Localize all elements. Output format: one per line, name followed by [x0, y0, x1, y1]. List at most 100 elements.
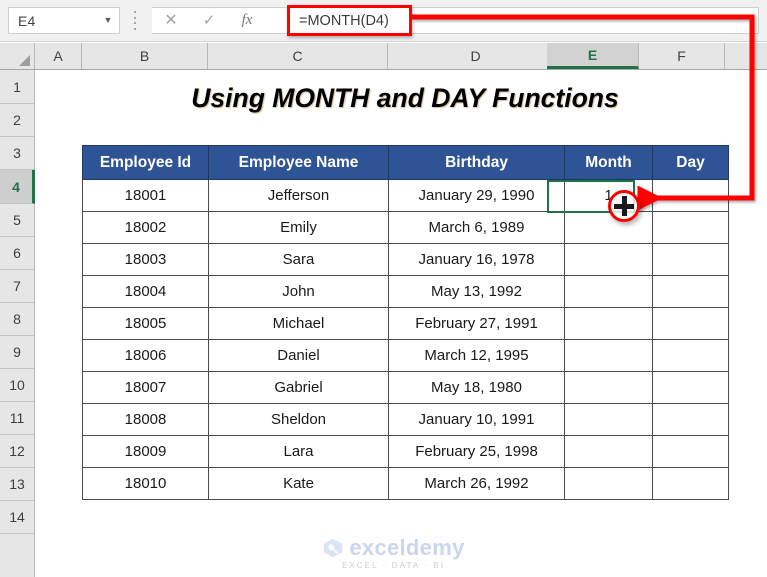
cell-employee-id[interactable]: 18007 [82, 371, 209, 404]
chevron-down-icon[interactable]: ▼ [97, 16, 119, 25]
cell-employee-name[interactable]: Jefferson [208, 179, 389, 212]
check-icon[interactable]: ✓ [190, 13, 228, 28]
cell-month[interactable] [564, 339, 653, 372]
cell-employee-name[interactable]: John [208, 275, 389, 308]
cell-day[interactable] [652, 275, 729, 308]
cell-day[interactable] [652, 179, 729, 212]
column-header-b[interactable]: B [82, 43, 208, 69]
table-row[interactable]: 18010 Kate March 26, 1992 [82, 467, 729, 500]
column-header-d[interactable]: D [388, 43, 564, 69]
cell-birthday[interactable]: January 16, 1978 [388, 243, 565, 276]
row-header-15[interactable] [0, 534, 34, 577]
formula-bar-separator [133, 11, 137, 30]
cell-employee-id[interactable]: 18002 [82, 211, 209, 244]
table-row[interactable]: 18009 Lara February 25, 1998 [82, 435, 729, 468]
row-header-1[interactable]: 1 [0, 70, 34, 104]
cell-birthday[interactable]: March 12, 1995 [388, 339, 565, 372]
row-header-14[interactable]: 14 [0, 501, 34, 534]
cell-birthday[interactable]: January 10, 1991 [388, 403, 565, 436]
cell-employee-id[interactable]: 18009 [82, 435, 209, 468]
row-header-8[interactable]: 8 [0, 303, 34, 336]
cell-day[interactable] [652, 307, 729, 340]
table-row[interactable]: 18004 John May 13, 1992 [82, 275, 729, 308]
worksheet-title: Using MONTH and DAY Functions [191, 82, 619, 113]
cell-month[interactable]: 1 [564, 179, 653, 212]
row-header-5[interactable]: 5 [0, 204, 34, 237]
cell-day[interactable] [652, 211, 729, 244]
row-header-2[interactable]: 2 [0, 104, 34, 137]
cell-employee-name[interactable]: Sara [208, 243, 389, 276]
select-all-corner[interactable] [0, 43, 35, 69]
formula-input-highlight[interactable]: =MONTH(D4) [287, 5, 412, 36]
cell-day[interactable] [652, 243, 729, 276]
row-header-12[interactable]: 12 [0, 435, 34, 468]
cell-birthday[interactable]: May 13, 1992 [388, 275, 565, 308]
column-header-a[interactable]: A [35, 43, 82, 69]
table-row[interactable]: 18002 Emily March 6, 1989 [82, 211, 729, 244]
cell-month[interactable] [564, 435, 653, 468]
cell-employee-id[interactable]: 18004 [82, 275, 209, 308]
name-box[interactable]: E4 ▼ [8, 7, 120, 34]
cell-employee-id[interactable]: 18003 [82, 243, 209, 276]
name-box-value: E4 [18, 12, 36, 29]
column-header-c[interactable]: C [208, 43, 388, 69]
row-header-11[interactable]: 11 [0, 402, 34, 435]
cell-employee-id[interactable]: 18001 [82, 179, 209, 212]
cell-month[interactable] [564, 307, 653, 340]
table-row[interactable]: 18008 Sheldon January 10, 1991 [82, 403, 729, 436]
column-header-g[interactable] [725, 43, 767, 69]
cell-birthday[interactable]: January 29, 1990 [388, 179, 565, 212]
row-header-10[interactable]: 10 [0, 369, 34, 402]
cell-birthday[interactable]: February 27, 1991 [388, 307, 565, 340]
row-header-7[interactable]: 7 [0, 270, 34, 303]
cell-day[interactable] [652, 467, 729, 500]
cell-month[interactable] [564, 403, 653, 436]
cell-birthday[interactable]: February 25, 1998 [388, 435, 565, 468]
table-row[interactable]: 18007 Gabriel May 18, 1980 [82, 371, 729, 404]
cell-day[interactable] [652, 339, 729, 372]
cell-day[interactable] [652, 371, 729, 404]
cell-birthday[interactable]: May 18, 1980 [388, 371, 565, 404]
cell-employee-name[interactable]: Gabriel [208, 371, 389, 404]
column-header-employee-name: Employee Name [208, 145, 389, 180]
formula-input-value: =MONTH(D4) [299, 12, 389, 29]
cell-month[interactable] [564, 243, 653, 276]
insert-function-icon[interactable]: fx [228, 13, 266, 28]
cell-employee-name[interactable]: Kate [208, 467, 389, 500]
cell-employee-id[interactable]: 18006 [82, 339, 209, 372]
row-header-3[interactable]: 3 [0, 137, 34, 170]
row-header-13[interactable]: 13 [0, 468, 34, 501]
cell-employee-id[interactable]: 18005 [82, 307, 209, 340]
row-header-9[interactable]: 9 [0, 336, 34, 369]
cell-month[interactable] [564, 275, 653, 308]
table-row[interactable]: 18005 Michael February 27, 1991 [82, 307, 729, 340]
cell-employee-name[interactable]: Sheldon [208, 403, 389, 436]
cell-birthday[interactable]: March 6, 1989 [388, 211, 565, 244]
cell-birthday[interactable]: March 26, 1992 [388, 467, 565, 500]
table-header-row: Employee Id Employee Name Birthday Month… [82, 145, 729, 180]
cell-employee-name[interactable]: Lara [208, 435, 389, 468]
table-row[interactable]: 18006 Daniel March 12, 1995 [82, 339, 729, 372]
cell-month[interactable] [564, 371, 653, 404]
formula-bar-entry[interactable]: ✕ ✓ fx [152, 7, 759, 34]
cell-employee-id[interactable]: 18008 [82, 403, 209, 436]
cell-employee-id[interactable]: 18010 [82, 467, 209, 500]
column-header-birthday: Birthday [388, 145, 565, 180]
cell-employee-name[interactable]: Emily [208, 211, 389, 244]
column-header-e[interactable]: E [547, 43, 639, 69]
cell-employee-name[interactable]: Michael [208, 307, 389, 340]
table-row[interactable]: 18003 Sara January 16, 1978 [82, 243, 729, 276]
cell-day[interactable] [652, 435, 729, 468]
column-header-day: Day [652, 145, 729, 180]
employee-birthday-table: Employee Id Employee Name Birthday Month… [82, 145, 729, 500]
worksheet-grid[interactable]: Using MONTH and DAY Functions Employee I… [35, 70, 767, 577]
cancel-icon[interactable]: ✕ [152, 12, 190, 29]
cell-day[interactable] [652, 403, 729, 436]
row-header-4[interactable]: 4 [0, 170, 35, 204]
table-row[interactable]: 18001 Jefferson January 29, 1990 1 [82, 179, 729, 212]
cell-month[interactable] [564, 467, 653, 500]
row-header-6[interactable]: 6 [0, 237, 34, 270]
column-header-f[interactable]: F [639, 43, 725, 69]
cell-month[interactable] [564, 211, 653, 244]
cell-employee-name[interactable]: Daniel [208, 339, 389, 372]
